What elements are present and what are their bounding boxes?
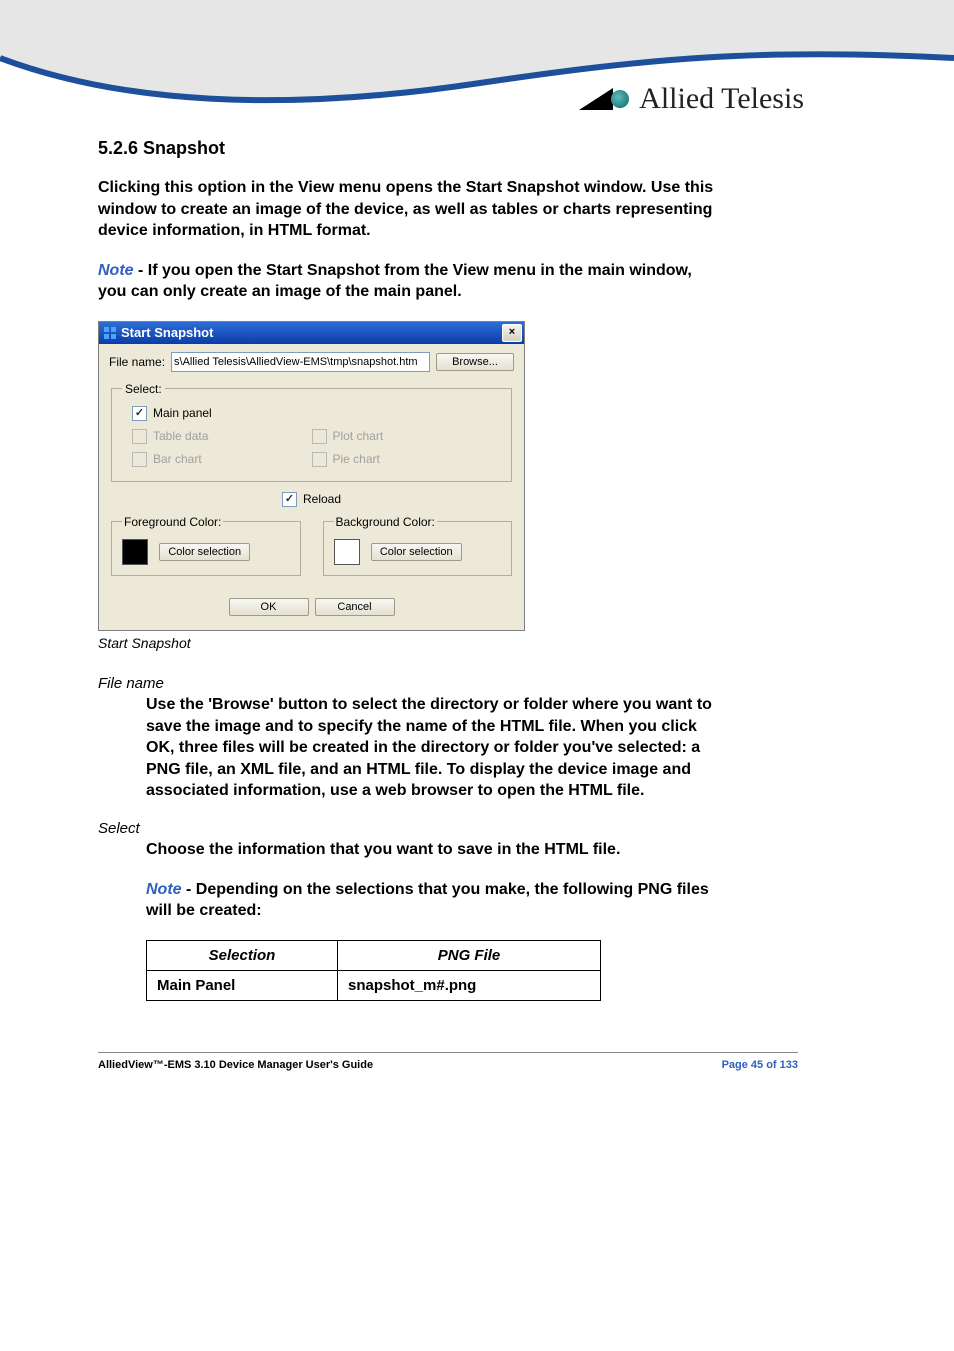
term-select-note: Note - Depending on the selections that … xyxy=(146,879,726,922)
brand-triangle-icon xyxy=(579,88,613,110)
table-cell-pngfile: snapshot_m#.png xyxy=(338,970,601,1000)
plot-chart-checkbox xyxy=(312,429,327,444)
brand-globe-icon xyxy=(611,90,629,108)
close-button[interactable]: × xyxy=(502,324,522,342)
bar-chart-checkbox-row: Bar chart xyxy=(132,452,312,467)
note-label: Note xyxy=(98,262,134,279)
intro-paragraph: Clicking this option in the View menu op… xyxy=(98,177,718,242)
reload-checkbox[interactable] xyxy=(282,492,297,507)
bg-legend: Background Color: xyxy=(334,515,437,529)
select-group: Select: Main panel Table data xyxy=(111,382,512,482)
fg-legend: Foreground Color: xyxy=(122,515,223,529)
plot-chart-checkbox-row: Plot chart xyxy=(312,429,492,444)
file-name-input[interactable] xyxy=(171,352,430,372)
section-title: 5.2.6 Snapshot xyxy=(98,138,816,159)
bar-chart-checkbox xyxy=(132,452,147,467)
pie-chart-checkbox-row: Pie chart xyxy=(312,452,492,467)
page-header-banner: Allied Telesis xyxy=(0,0,954,120)
file-name-label: File name: xyxy=(109,355,165,369)
footer-right: Page 45 of 133 xyxy=(722,1059,798,1071)
term-select: Select xyxy=(98,820,816,837)
bar-chart-label: Bar chart xyxy=(153,452,202,466)
fg-color-selection-button[interactable]: Color selection xyxy=(159,543,250,561)
main-panel-label: Main panel xyxy=(153,406,212,420)
table-header-pngfile: PNG File xyxy=(338,940,601,970)
browse-button[interactable]: Browse... xyxy=(436,353,514,371)
table-header-selection: Selection xyxy=(147,940,338,970)
main-panel-checkbox[interactable] xyxy=(132,406,147,421)
cancel-button[interactable]: Cancel xyxy=(315,598,395,616)
ok-button[interactable]: OK xyxy=(229,598,309,616)
term-file-name: File name xyxy=(98,675,816,692)
pie-chart-label: Pie chart xyxy=(333,452,380,466)
note-label-2: Note xyxy=(146,881,182,898)
table-data-checkbox-row: Table data xyxy=(132,429,312,444)
bg-color-selection-button[interactable]: Color selection xyxy=(371,543,462,561)
selection-table: Selection PNG File Main Panel snapshot_m… xyxy=(146,940,601,1001)
term-file-name-body: Use the 'Browse' button to select the di… xyxy=(146,694,726,802)
select-note-body: - Depending on the selections that you m… xyxy=(146,881,709,920)
start-snapshot-dialog: Start Snapshot × File name: Browse... Se… xyxy=(98,321,525,631)
reload-label: Reload xyxy=(303,492,341,506)
foreground-color-group: Foreground Color: Color selection xyxy=(111,515,301,576)
main-panel-checkbox-row: Main panel xyxy=(132,406,312,421)
plot-chart-label: Plot chart xyxy=(333,429,384,443)
dialog-titlebar[interactable]: Start Snapshot × xyxy=(99,322,524,344)
footer-left: AlliedView™-EMS 3.10 Device Manager User… xyxy=(98,1059,373,1071)
table-row: Main Panel snapshot_m#.png xyxy=(147,970,601,1000)
table-data-label: Table data xyxy=(153,429,208,443)
note-body: - If you open the Start Snapshot from th… xyxy=(98,262,692,301)
select-legend: Select: xyxy=(122,382,165,396)
file-name-row: File name: Browse... xyxy=(109,352,514,372)
table-cell-selection: Main Panel xyxy=(147,970,338,1000)
term-select-body: Choose the information that you want to … xyxy=(146,839,726,861)
background-color-group: Background Color: Color selection xyxy=(323,515,513,576)
brand-text: Allied Telesis xyxy=(639,82,804,116)
table-header-row: Selection PNG File xyxy=(147,940,601,970)
reload-row: Reload xyxy=(109,492,514,507)
page-footer: AlliedView™-EMS 3.10 Device Manager User… xyxy=(98,1045,798,1071)
dialog-title: Start Snapshot xyxy=(121,325,213,340)
header-swoosh xyxy=(0,0,954,120)
pie-chart-checkbox xyxy=(312,452,327,467)
bg-swatch xyxy=(334,539,360,565)
dialog-icon xyxy=(103,326,117,340)
table-data-checkbox xyxy=(132,429,147,444)
brand-logo: Allied Telesis xyxy=(579,82,804,116)
figure-caption: Start Snapshot xyxy=(98,635,816,651)
note-paragraph: Note - If you open the Start Snapshot fr… xyxy=(98,260,718,303)
fg-swatch xyxy=(122,539,148,565)
